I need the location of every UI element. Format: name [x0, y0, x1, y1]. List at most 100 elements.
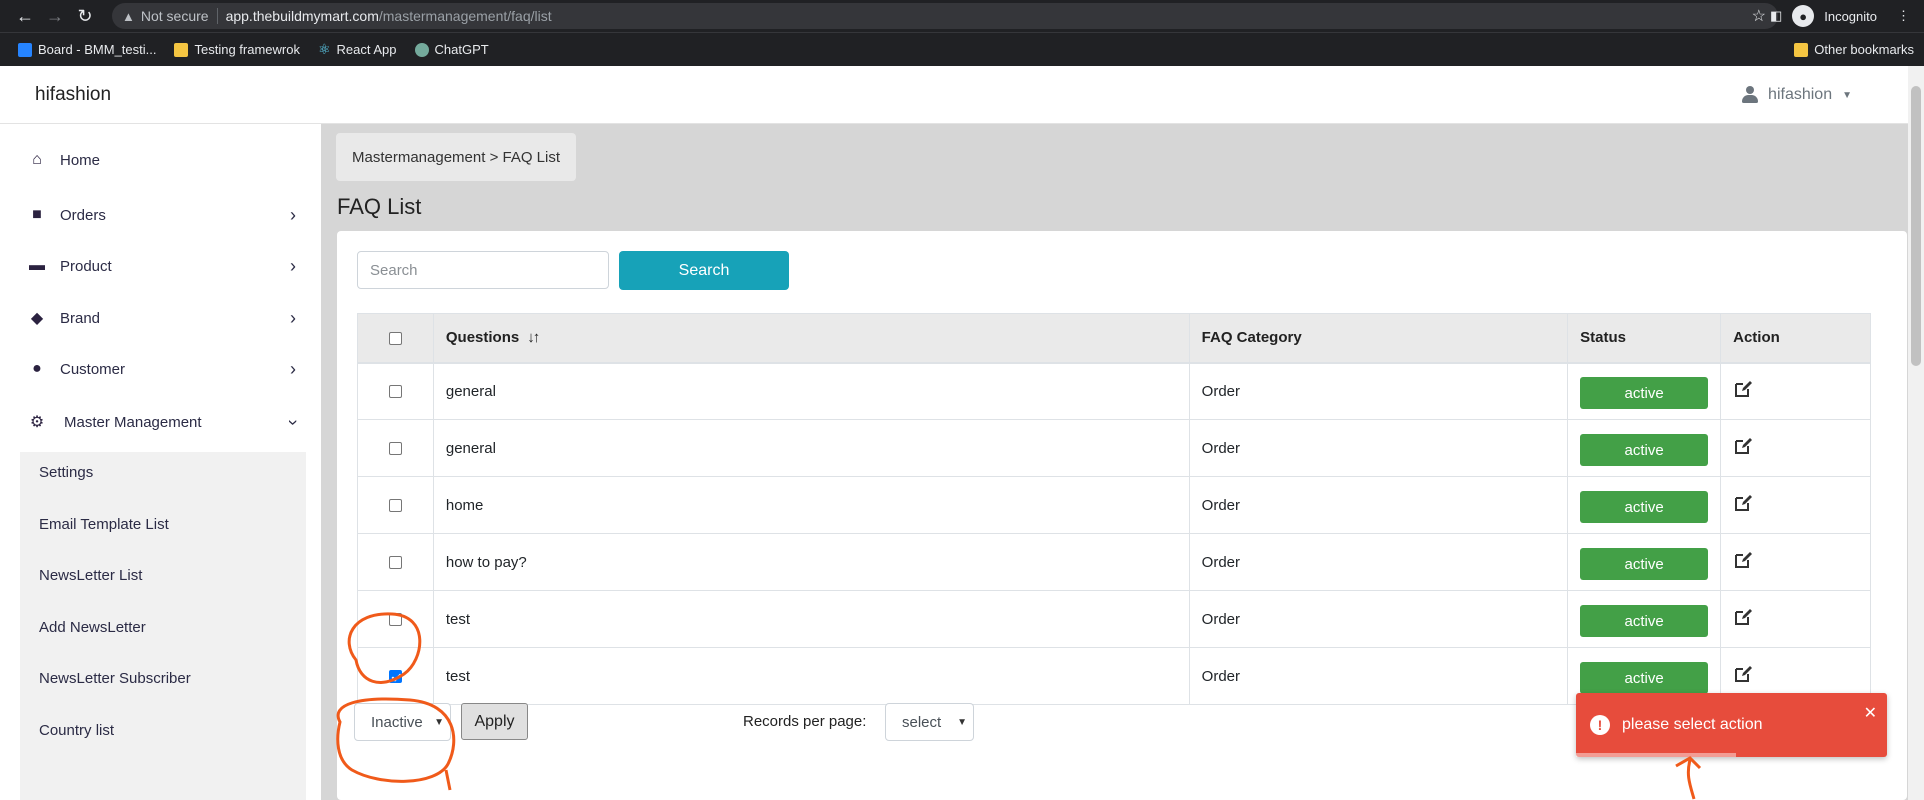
records-per-page-value: select: [902, 713, 942, 731]
address-bar[interactable]: ▲ Not secure app.thebuildmymart.com/mast…: [112, 3, 1778, 29]
bulk-action-select[interactable]: Inactive ▼: [354, 703, 451, 741]
bookmark-react[interactable]: ⚛ React App: [318, 41, 397, 58]
bookmark-testing[interactable]: Testing framewrok: [174, 42, 300, 57]
category-cell: Order: [1188, 419, 1569, 477]
row-checkbox[interactable]: [388, 556, 402, 570]
page-scrollbar[interactable]: [1908, 66, 1924, 800]
home-icon: ⌂: [32, 151, 42, 168]
user-gear-icon: ⚙: [29, 414, 45, 431]
submenu-item-newsletter-subscriber[interactable]: NewsLetter Subscriber: [39, 670, 191, 687]
url-path: /mastermanagement/faq/list: [378, 8, 552, 24]
sidebar-item-orders[interactable]: ■ Orders ›: [28, 205, 296, 225]
edit-icon[interactable]: [1733, 493, 1753, 513]
row-checkbox[interactable]: [388, 499, 402, 513]
apply-button[interactable]: Apply: [461, 703, 528, 740]
bookmark-label: Testing framewrok: [194, 42, 300, 57]
status-cell: active: [1567, 362, 1722, 420]
edit-icon[interactable]: [1733, 607, 1753, 627]
side-panel-icon[interactable]: ◧: [1770, 8, 1782, 24]
reload-icon[interactable]: ↻: [72, 3, 98, 29]
question-cell: general: [432, 419, 1190, 477]
question-cell: home: [432, 476, 1190, 534]
breadcrumb[interactable]: Mastermanagement > FAQ List: [336, 133, 577, 181]
select-all-checkbox[interactable]: [388, 331, 402, 345]
row-select-cell: [357, 362, 434, 420]
scrollbar-thumb[interactable]: [1911, 86, 1921, 366]
sidebar-item-master-management[interactable]: ⚙ Master Management ›: [28, 413, 304, 432]
close-icon[interactable]: ✕: [1864, 703, 1877, 723]
user-menu[interactable]: hifashion ▼: [1742, 86, 1852, 104]
table-row: test Order active: [357, 590, 1871, 648]
back-arrow-icon[interactable]: ←: [12, 3, 38, 29]
sidebar-item-label: Customer: [60, 360, 126, 378]
sidebar-item-brand[interactable]: ◆ Brand ›: [28, 308, 296, 328]
submenu-item-country-list[interactable]: Country list: [39, 722, 114, 739]
divider: [216, 8, 218, 24]
action-cell: [1720, 362, 1871, 420]
toast-progress: [1576, 753, 1736, 757]
status-badge[interactable]: active: [1580, 377, 1709, 410]
row-checkbox[interactable]: [388, 442, 402, 456]
edit-icon[interactable]: [1733, 550, 1753, 570]
kebab-menu-icon[interactable]: ⋮: [1897, 8, 1910, 24]
row-select-cell: [357, 533, 434, 591]
bag-icon: ■: [32, 206, 42, 223]
sidebar-item-label: Product: [60, 257, 112, 275]
status-badge[interactable]: active: [1580, 434, 1709, 466]
row-checkbox[interactable]: [388, 385, 402, 399]
row-select-cell: [357, 590, 434, 648]
category-cell: Order: [1188, 476, 1569, 534]
question-cell: how to pay?: [432, 533, 1190, 591]
search-input[interactable]: [357, 251, 609, 289]
status-badge[interactable]: active: [1580, 491, 1709, 523]
records-per-page-select[interactable]: select ▼: [885, 703, 974, 741]
bookmark-label: ChatGPT: [434, 42, 489, 57]
edit-icon[interactable]: [1733, 379, 1753, 399]
chevron-down-icon: ›: [283, 419, 304, 425]
folder-icon: [174, 42, 189, 57]
chevron-down-icon: ▼: [957, 716, 967, 728]
row-checkbox[interactable]: [388, 613, 402, 627]
sort-icon[interactable]: ↓↑: [527, 329, 540, 346]
column-questions[interactable]: Questions ↓↑: [432, 313, 1190, 364]
user-name: hifashion: [1768, 86, 1833, 103]
user-icon: [1742, 86, 1759, 104]
edit-icon[interactable]: [1733, 436, 1753, 456]
bookmark-star-icon[interactable]: ☆: [1752, 6, 1766, 26]
sidebar-item-product[interactable]: ▬ Product ›: [28, 255, 296, 276]
status-badge[interactable]: active: [1580, 605, 1709, 637]
bookmark-label: Board - BMM_testi...: [38, 42, 157, 57]
warning-icon: ▲: [122, 8, 135, 24]
sidebar-item-customer[interactable]: ● Customer ›: [28, 358, 296, 379]
incognito-icon[interactable]: ●: [1792, 5, 1815, 27]
status-badge[interactable]: active: [1580, 548, 1709, 580]
submenu-item-add-newsletter[interactable]: Add NewsLetter: [39, 619, 146, 636]
status-cell: active: [1567, 533, 1722, 591]
chevron-right-icon: ›: [290, 358, 296, 379]
submenu-item-settings[interactable]: Settings: [39, 464, 93, 481]
bookmark-board[interactable]: Board - BMM_testi...: [18, 42, 156, 57]
faq-table-body: general Order active general Order active home…: [357, 362, 1871, 705]
search-button[interactable]: Search: [619, 251, 789, 290]
alert-icon: !: [1590, 715, 1610, 735]
status-cell: active: [1567, 419, 1722, 477]
master-management-submenu: Settings Email Template List NewsLetter …: [20, 452, 306, 800]
row-select-cell: [357, 476, 434, 534]
caret-down-icon: ▼: [1842, 89, 1852, 101]
chevron-right-icon: ›: [290, 255, 296, 276]
sidebar-item-home[interactable]: ⌂ Home: [28, 151, 296, 169]
chatgpt-icon: [414, 42, 429, 57]
submenu-item-email-template-list[interactable]: Email Template List: [39, 516, 169, 533]
status-badge[interactable]: active: [1580, 662, 1709, 694]
jira-icon: [18, 42, 32, 57]
submenu-item-newsletter-list[interactable]: NewsLetter List: [39, 567, 142, 584]
category-cell: Order: [1188, 362, 1569, 420]
forward-arrow-icon[interactable]: →: [42, 3, 68, 29]
bookmark-chatgpt[interactable]: ChatGPT: [414, 42, 489, 57]
row-checkbox[interactable]: [388, 670, 402, 684]
other-bookmarks[interactable]: Other bookmarks: [1794, 42, 1914, 57]
profile-label[interactable]: Incognito: [1824, 9, 1877, 24]
react-icon: ⚛: [317, 41, 331, 57]
edit-icon[interactable]: [1733, 664, 1753, 684]
brand-name[interactable]: hifashion: [35, 84, 111, 106]
